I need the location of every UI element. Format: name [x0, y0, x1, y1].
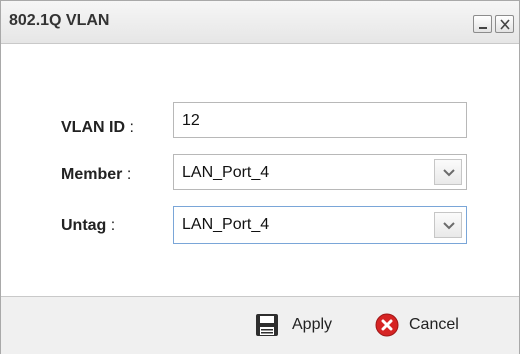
member-dropdown-button[interactable] — [434, 159, 462, 185]
close-button[interactable] — [495, 15, 514, 33]
cancel-label: Cancel — [409, 316, 459, 333]
vlan-dialog: 802.1Q VLAN VLAN ID : 12 Member : LAN_Po… — [0, 0, 520, 354]
member-label: Member : — [61, 166, 131, 184]
vlan-id-label-text: VLAN ID — [61, 119, 125, 136]
member-label-text: Member — [61, 166, 123, 183]
label-colon: : — [129, 119, 134, 136]
untag-dropdown-button[interactable] — [434, 212, 462, 238]
untag-select[interactable]: LAN_Port_4 — [173, 206, 467, 244]
untag-value: LAN_Port_4 — [182, 216, 270, 233]
label-colon: : — [126, 166, 132, 183]
member-select[interactable]: LAN_Port_4 — [173, 154, 467, 190]
member-value: LAN_Port_4 — [182, 164, 270, 181]
floppy-disk-icon — [256, 314, 278, 336]
minimize-icon — [479, 27, 487, 29]
dialog-footer: Apply Cancel — [1, 296, 519, 354]
chevron-down-icon — [443, 222, 455, 230]
cancel-x-icon — [375, 313, 399, 337]
untag-label: Untag : — [61, 217, 115, 235]
dialog-title: 802.1Q VLAN — [9, 12, 110, 29]
chevron-down-icon — [443, 169, 455, 177]
vlan-id-value: 12 — [182, 112, 200, 129]
apply-label: Apply — [292, 316, 333, 333]
label-colon: : — [110, 217, 116, 234]
close-icon — [500, 19, 510, 30]
minimize-button[interactable] — [473, 15, 492, 33]
vlan-id-label: VLAN ID : — [61, 119, 134, 137]
titlebar[interactable]: 802.1Q VLAN — [1, 1, 519, 44]
vlan-id-input[interactable]: 12 — [173, 102, 467, 138]
untag-label-text: Untag — [61, 217, 107, 234]
